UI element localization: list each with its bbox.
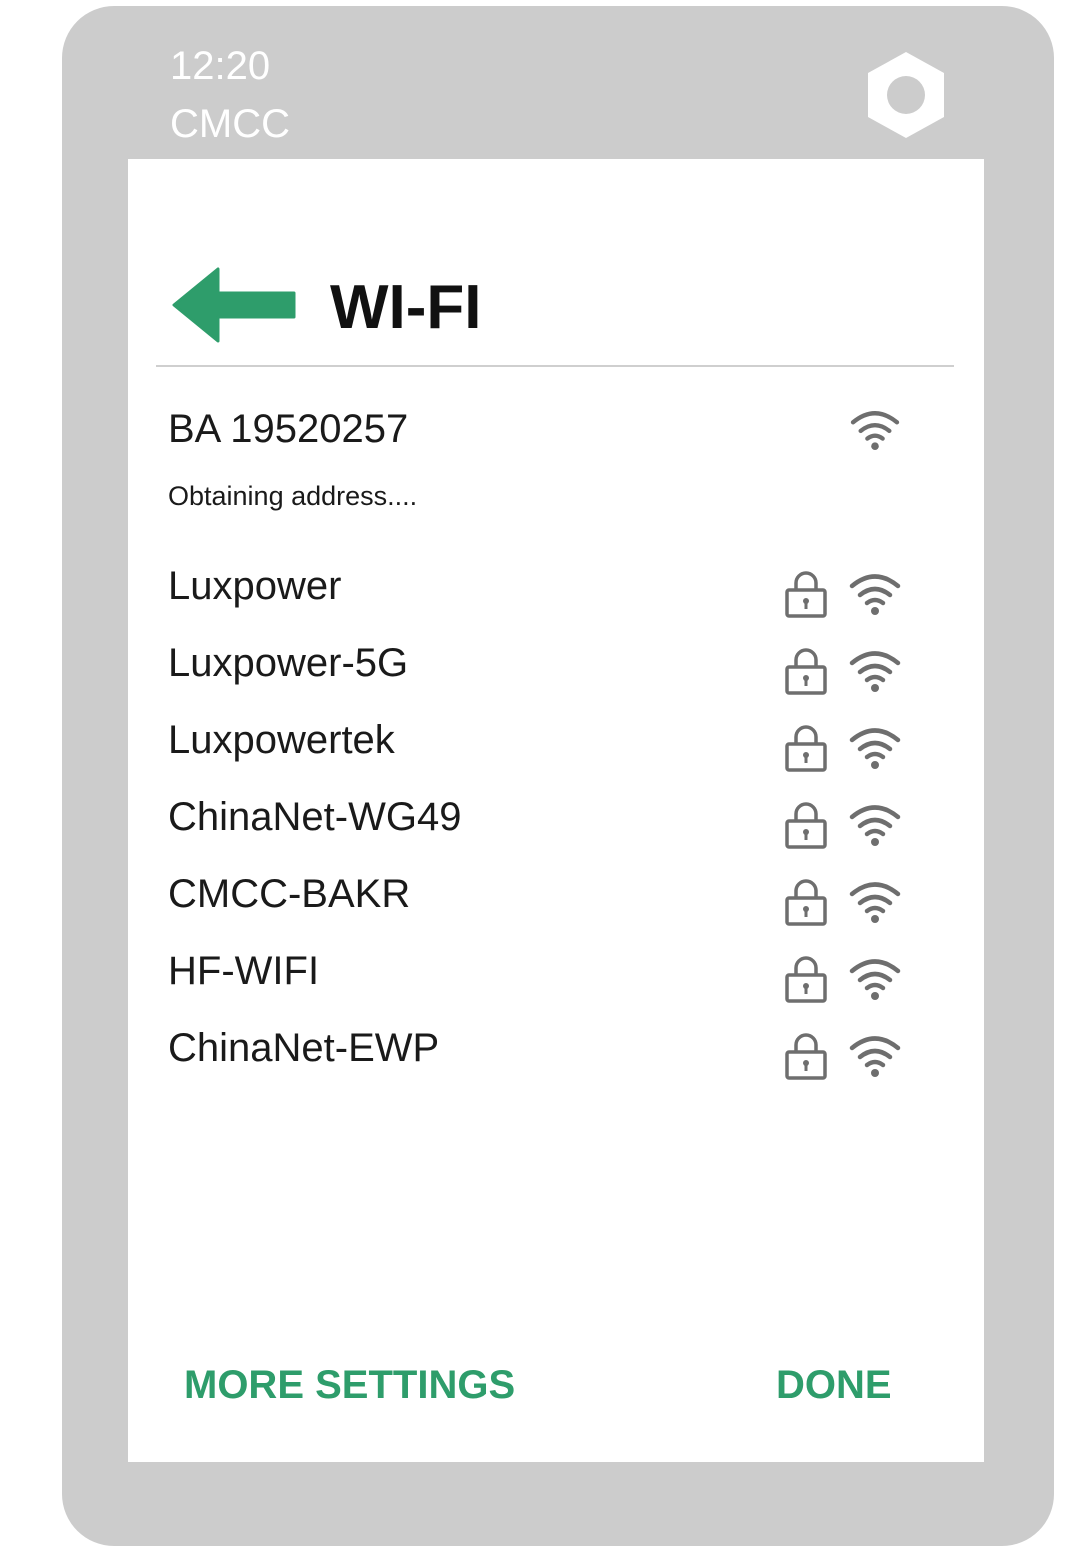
header-divider <box>156 365 954 367</box>
lock-icon <box>785 802 827 849</box>
hexagon-icon <box>868 52 944 138</box>
wifi-icon <box>849 882 901 923</box>
lock-icon <box>785 725 827 772</box>
network-name: CMCC-BAKR <box>168 872 411 916</box>
network-name: ChinaNet-WG49 <box>168 795 462 839</box>
page-title: WI-FI <box>330 273 482 342</box>
network-row[interactable]: Luxpower-5G <box>168 639 908 716</box>
done-button[interactable]: DONE <box>776 1365 892 1405</box>
network-name: Luxpower-5G <box>168 641 409 685</box>
network-row[interactable]: CMCC-BAKR <box>168 870 908 947</box>
network-row[interactable]: Luxpower <box>168 562 908 639</box>
wifi-screen: WI-FI BA 19520257 Obtaining address.... … <box>128 159 984 1462</box>
wifi-icon <box>849 651 901 692</box>
lock-icon <box>785 1033 827 1080</box>
wifi-icon <box>850 411 900 451</box>
network-row[interactable]: HF-WIFI <box>168 947 908 1024</box>
status-carrier: CMCC <box>170 102 290 146</box>
device-frame: 12:20 CMCC WI-FI BA 19520257 Obtaining a… <box>62 6 1054 1546</box>
current-network-status: Obtaining address.... <box>168 481 418 511</box>
back-arrow-icon[interactable] <box>172 267 296 343</box>
current-network[interactable]: BA 19520257 Obtaining address.... <box>168 409 908 519</box>
lock-icon <box>785 956 827 1003</box>
lock-icon <box>785 648 827 695</box>
current-network-name: BA 19520257 <box>168 407 409 451</box>
network-name: Luxpowertek <box>168 718 395 762</box>
network-list: Luxpower Luxpower-5G Luxpowertek ChinaNe… <box>168 562 908 1101</box>
lock-icon <box>785 879 827 926</box>
network-row[interactable]: ChinaNet-WG49 <box>168 793 908 870</box>
wifi-icon <box>849 959 901 1000</box>
more-settings-button[interactable]: MORE SETTINGS <box>184 1365 515 1405</box>
wifi-icon <box>849 805 901 846</box>
network-row[interactable]: ChinaNet-EWP <box>168 1024 908 1101</box>
network-name: HF-WIFI <box>168 949 320 993</box>
status-time: 12:20 <box>170 44 271 88</box>
wifi-icon <box>849 728 901 769</box>
wifi-icon <box>849 1036 901 1077</box>
wifi-icon <box>849 574 901 615</box>
network-row[interactable]: Luxpowertek <box>168 716 908 793</box>
network-name: Luxpower <box>168 564 342 608</box>
lock-icon <box>785 571 827 618</box>
network-name: ChinaNet-EWP <box>168 1026 440 1070</box>
